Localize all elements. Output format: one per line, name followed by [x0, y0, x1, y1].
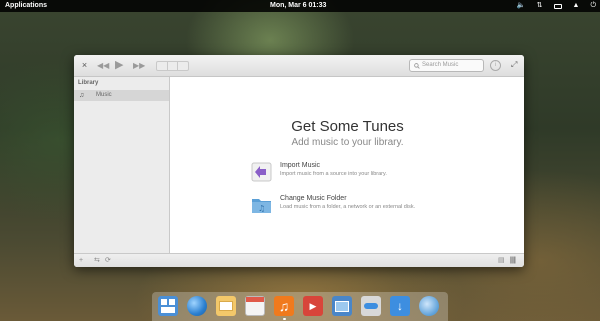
- videos-icon[interactable]: ▶: [303, 296, 323, 316]
- multitasking-view-icon[interactable]: [158, 296, 178, 316]
- system-tray: 🔈 ⇅ ▲ ⏻: [517, 0, 596, 12]
- play-icon[interactable]: ▶: [115, 60, 123, 71]
- music-icon[interactable]: ♫: [274, 296, 294, 316]
- system-settings-icon[interactable]: [361, 296, 381, 316]
- sidebar-section-library: Library: [78, 80, 99, 86]
- volume-icon[interactable]: 🔈: [517, 0, 526, 12]
- action-description: Import music from a source into your lib…: [280, 171, 387, 177]
- applications-menu[interactable]: Applications: [5, 0, 47, 12]
- network-app-icon[interactable]: [419, 296, 439, 316]
- network-icon[interactable]: ⇅: [537, 0, 543, 12]
- search-placeholder: Search Music: [422, 62, 459, 68]
- add-icon[interactable]: +: [79, 254, 83, 267]
- column-view-icon[interactable]: [178, 62, 188, 70]
- action-description: Load music from a folder, a network or a…: [280, 204, 416, 210]
- maximize-icon[interactable]: ⤢: [511, 60, 517, 70]
- sidebar-item-label: Music: [96, 92, 112, 98]
- notifications-icon[interactable]: ▲: [573, 0, 580, 12]
- welcome-title: Get Some Tunes: [291, 118, 404, 135]
- welcome-view: Get Some Tunes Add music to your library…: [171, 77, 524, 253]
- svg-text:♫: ♫: [258, 204, 265, 213]
- battery-icon[interactable]: [553, 3, 562, 9]
- action-title: Change Music Folder: [280, 195, 347, 202]
- running-indicator: [283, 318, 286, 320]
- power-icon[interactable]: ⏻: [590, 0, 596, 12]
- shuffle-icon[interactable]: ⇆: [94, 254, 100, 267]
- close-icon[interactable]: ×: [80, 61, 89, 70]
- music-note-icon: ♫: [79, 92, 85, 99]
- info-icon[interactable]: i: [490, 60, 501, 71]
- panel-clock[interactable]: Mon, Mar 6 01:33: [270, 0, 326, 12]
- photos-icon[interactable]: [332, 296, 352, 316]
- view-mode-switcher[interactable]: [156, 61, 189, 71]
- appcenter-icon[interactable]: ↓: [390, 296, 410, 316]
- visualizer-icon[interactable]: ▤: [498, 254, 505, 267]
- action-title: Import Music: [280, 162, 321, 169]
- next-icon[interactable]: ▶▶: [133, 61, 145, 71]
- calendar-icon[interactable]: [245, 296, 265, 316]
- search-input[interactable]: Search Music: [409, 59, 484, 72]
- folder-music-icon: ♫: [252, 199, 271, 213]
- import-music-action[interactable]: Import Music Import music from a source …: [251, 161, 491, 183]
- top-panel: Applications Mon, Mar 6 01:33 🔈 ⇅ ▲ ⏻: [0, 0, 600, 12]
- search-icon: [414, 62, 420, 69]
- grid-view-icon[interactable]: [157, 62, 168, 70]
- headerbar: × ◀◀ ▶ ▶▶ Search Music i ⤢: [74, 55, 524, 77]
- welcome-subtitle: Add music to your library.: [291, 137, 404, 148]
- import-arrow-icon: [251, 162, 272, 182]
- change-music-folder-action[interactable]: ♫ Change Music Folder Load music from a …: [251, 194, 491, 216]
- mail-icon[interactable]: [216, 296, 236, 316]
- list-view-icon[interactable]: [168, 62, 179, 70]
- dock: ♫ ▶ ↓: [152, 292, 448, 321]
- repeat-icon[interactable]: ⟳: [105, 254, 111, 267]
- statusbar: + ⇆ ⟳ ▤ |||: [74, 253, 524, 267]
- equalizer-icon[interactable]: |||: [510, 254, 516, 267]
- sidebar-item-music[interactable]: ♫ Music: [74, 90, 169, 101]
- web-browser-icon[interactable]: [187, 296, 207, 316]
- previous-icon[interactable]: ◀◀: [97, 61, 109, 71]
- music-window: × ◀◀ ▶ ▶▶ Search Music i ⤢ Library ♫ Mus…: [74, 55, 524, 267]
- sidebar: Library ♫ Music: [74, 77, 170, 253]
